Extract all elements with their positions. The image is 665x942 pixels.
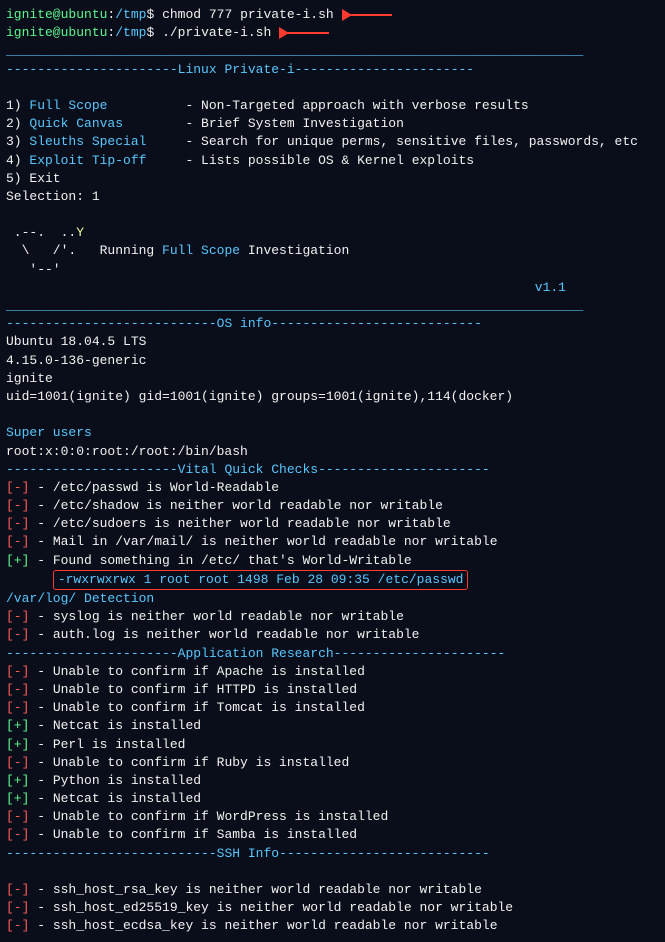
menu-item: 2) Quick Canvas - Brief System Investiga… <box>6 115 659 133</box>
check-line: [-] - ssh_host_rsa_key is neither world … <box>6 881 659 899</box>
os-line: ignite <box>6 370 659 388</box>
os-line: uid=1001(ignite) gid=1001(ignite) groups… <box>6 388 659 406</box>
check-line: [-] - Mail in /var/mail/ is neither worl… <box>6 533 659 551</box>
superusers-line: root:x:0:0:root:/root:/bin/bash <box>6 443 659 461</box>
check-line: [-] - syslog is neither world readable n… <box>6 608 659 626</box>
check-line: [-] - Unable to confirm if Tomcat is ins… <box>6 699 659 717</box>
arrow-icon <box>342 11 392 19</box>
menu-item: 5) Exit <box>6 170 659 188</box>
prompt-line-2: ignite@ubuntu:/tmp$ ./private-i.sh <box>6 24 659 42</box>
user-host: ignite@ubuntu <box>6 7 107 22</box>
superusers-title: Super users <box>6 424 659 442</box>
check-line: [-] - Unable to confirm if HTTPD is inst… <box>6 681 659 699</box>
menu-item: 3) Sleuths Special - Search for unique p… <box>6 133 659 151</box>
menu-item: 4) Exploit Tip-off - Lists possible OS &… <box>6 152 659 170</box>
check-line: [+] - Netcat is installed <box>6 717 659 735</box>
terminal-output: ignite@ubuntu:/tmp$ chmod 777 private-i.… <box>6 6 659 936</box>
separator: ________________________________________… <box>6 42 659 60</box>
check-line: [-] - Unable to confirm if Samba is inst… <box>6 826 659 844</box>
section-app: ----------------------Application Resear… <box>6 645 659 663</box>
command-2: ./private-i.sh <box>162 25 271 40</box>
check-line: [-] - Unable to confirm if Apache is ins… <box>6 663 659 681</box>
path: /tmp <box>115 7 146 22</box>
check-line: [+] - Python is installed <box>6 772 659 790</box>
check-line: [-] - /etc/shadow is neither world reada… <box>6 497 659 515</box>
section-os: ---------------------------OS info------… <box>6 315 659 333</box>
menu-item: 1) Full Scope - Non-Targeted approach wi… <box>6 97 659 115</box>
check-line: [-] - Unable to confirm if Ruby is insta… <box>6 754 659 772</box>
check-line: [+] - Found something in /etc/ that's Wo… <box>6 552 659 570</box>
check-line: [+] - Perl is installed <box>6 736 659 754</box>
version-label: v1.1 <box>6 279 566 297</box>
check-line: [-] - Unable to confirm if WordPress is … <box>6 808 659 826</box>
os-line: Ubuntu 18.04.5 LTS <box>6 333 659 351</box>
highlight-line: -rwxrwxrwx 1 root root 1498 Feb 28 09:35… <box>6 570 659 590</box>
varlog-title: /var/log/ Detection <box>6 590 659 608</box>
check-line: [-] - auth.log is neither world readable… <box>6 626 659 644</box>
check-line: [-] - /etc/passwd is World-Readable <box>6 479 659 497</box>
check-line: [-] - ssh_host_ed25519_key is neither wo… <box>6 899 659 917</box>
app-title-line: ----------------------Linux Private-i---… <box>6 61 659 79</box>
selection-input: Selection: 1 <box>6 188 659 206</box>
section-ssh: ---------------------------SSH Info-----… <box>6 845 659 863</box>
os-line: 4.15.0-136-generic <box>6 352 659 370</box>
check-line: [-] - /etc/sudoers is neither world read… <box>6 515 659 533</box>
arrow-icon <box>279 29 329 37</box>
check-line: [+] - Netcat is installed <box>6 790 659 808</box>
command-1: chmod 777 private-i.sh <box>162 7 334 22</box>
ascii-art: .--. ..Y \ /'. Running Full Scope Invest… <box>6 224 659 297</box>
prompt-line-1: ignite@ubuntu:/tmp$ chmod 777 private-i.… <box>6 6 659 24</box>
section-vital: ----------------------Vital Quick Checks… <box>6 461 659 479</box>
check-line: [-] - ssh_host_ecdsa_key is neither worl… <box>6 917 659 935</box>
separator: ________________________________________… <box>6 297 659 315</box>
